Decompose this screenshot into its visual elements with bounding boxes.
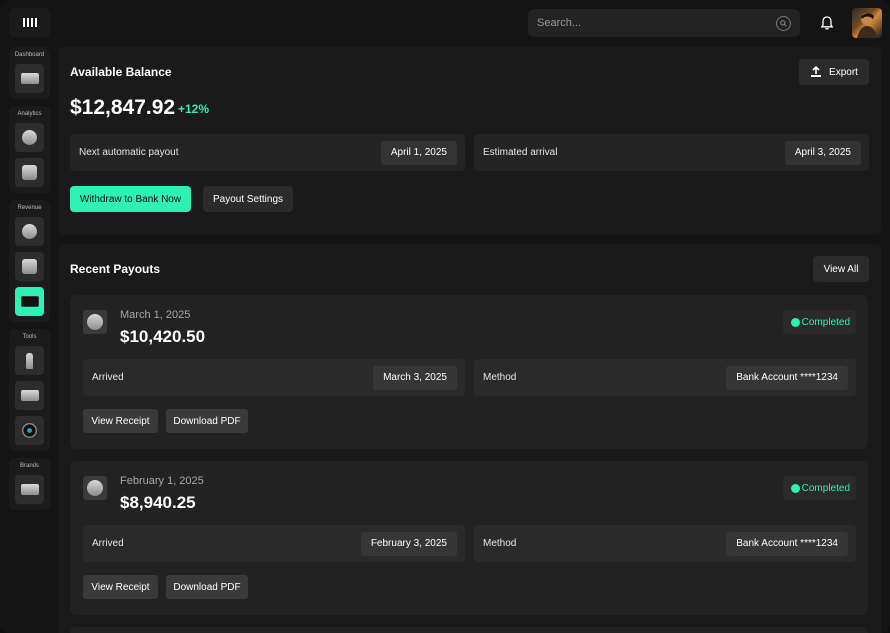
status-dot-icon — [790, 483, 800, 493]
export-label: Export — [829, 66, 858, 78]
payout-date: March 1, 2025 — [120, 309, 191, 321]
method-row: Method Bank Account ****1234 — [474, 359, 856, 396]
card-icon — [22, 165, 37, 180]
payout-item: February 1, 2025 $8,940.25 Completed Arr… — [70, 461, 868, 615]
arrived-label: Arrived — [92, 538, 124, 549]
arrival-row: Estimated arrival April 3, 2025 — [474, 134, 869, 171]
balance-title: Available Balance — [70, 65, 172, 79]
sidebar-group-label: Analytics — [17, 111, 42, 117]
download-pdf-button[interactable]: Download PDF — [166, 575, 248, 599]
sidebar-item-brands[interactable] — [15, 475, 44, 504]
sidebar-item-analytics-globe[interactable] — [15, 123, 44, 152]
method-value: Bank Account ****1234 — [726, 365, 848, 390]
keyboard-icon — [20, 73, 39, 84]
coin-icon — [22, 224, 37, 239]
export-button[interactable]: Export — [799, 59, 869, 85]
status-badge: Completed — [782, 310, 856, 334]
sidebar-group-label: Brands — [19, 463, 39, 469]
search-input[interactable] — [537, 17, 776, 29]
pin-icon — [26, 352, 33, 369]
coin-icon — [83, 476, 107, 500]
briefcase-icon — [20, 484, 39, 495]
download-pdf-button[interactable]: Download PDF — [166, 409, 248, 433]
view-receipt-button[interactable]: View Receipt — [83, 575, 158, 599]
next-payout-label: Next automatic payout — [79, 147, 179, 158]
arrived-date: February 3, 2025 — [360, 531, 457, 556]
method-label: Method — [483, 538, 517, 549]
sidebar-group-label: Dashboard — [14, 52, 45, 58]
logo-button[interactable] — [9, 8, 50, 37]
bars-logo-icon — [22, 18, 37, 27]
arrived-label: Arrived — [92, 372, 124, 383]
view-receipt-button[interactable]: View Receipt — [83, 409, 158, 433]
megaphone-icon — [22, 259, 37, 274]
search-icon[interactable] — [776, 15, 791, 31]
arrived-date: March 3, 2025 — [373, 365, 457, 390]
payout-settings-button[interactable]: Payout Settings — [203, 186, 293, 212]
withdraw-button[interactable]: Withdraw to Bank Now — [70, 186, 191, 212]
sidebar-group-label: Tools — [22, 334, 37, 340]
user-avatar[interactable] — [852, 8, 882, 38]
coin-icon — [83, 310, 107, 334]
payout-amount: $8,940.25 — [120, 493, 196, 512]
sidebar-item-dashboard[interactable] — [15, 64, 44, 93]
next-payout-date: April 1, 2025 — [380, 140, 457, 165]
arrived-row: Arrived March 3, 2025 — [83, 359, 465, 396]
method-label: Method — [483, 372, 517, 383]
sidebar-group-label: Revenue — [17, 205, 42, 211]
balance-amount: $12,847.92 — [70, 96, 176, 119]
recent-payouts-title: Recent Payouts — [70, 262, 161, 276]
lens-icon — [22, 423, 37, 438]
sidebar-group-dashboard: Dashboard — [9, 47, 50, 99]
method-row: Method Bank Account ****1234 — [474, 525, 856, 562]
sidebar-item-tools-pin[interactable] — [15, 346, 44, 375]
wallet-icon — [20, 296, 39, 307]
balance-change: +12% — [178, 102, 210, 116]
sidebar-group-revenue: Revenue — [9, 200, 50, 322]
sidebar-item-tools-mail[interactable] — [15, 381, 44, 410]
status-dot-icon — [790, 317, 800, 327]
status-label: Completed — [801, 316, 850, 328]
arrival-label: Estimated arrival — [483, 147, 558, 158]
next-payout-row: Next automatic payout April 1, 2025 — [70, 134, 465, 171]
arrived-row: Arrived February 3, 2025 — [83, 525, 465, 562]
sidebar-item-revenue-coin[interactable] — [15, 217, 44, 246]
view-all-button[interactable]: View All — [813, 256, 869, 282]
mail-icon — [20, 390, 39, 401]
app-frame: Dashboard Analytics Revenue Tools Brands… — [0, 0, 890, 633]
method-value: Bank Account ****1234 — [726, 531, 848, 556]
sidebar-group-analytics: Analytics — [9, 106, 50, 193]
arrival-date: April 3, 2025 — [784, 140, 861, 165]
bell-icon[interactable] — [819, 15, 835, 31]
sidebar-item-tools-lens[interactable] — [15, 416, 44, 445]
sidebar-item-analytics-card[interactable] — [15, 158, 44, 187]
payout-amount: $10,420.50 — [120, 327, 206, 346]
sidebar: Dashboard Analytics Revenue Tools Brands — [9, 47, 50, 517]
search-bar — [528, 9, 800, 37]
sidebar-group-brands: Brands — [9, 458, 50, 510]
sidebar-group-tools: Tools — [9, 329, 50, 451]
status-label: Completed — [801, 482, 850, 494]
globe-icon — [22, 130, 37, 145]
payout-item — [70, 627, 868, 633]
status-badge: Completed — [782, 476, 856, 500]
sidebar-item-revenue-wallet[interactable] — [15, 287, 44, 316]
payout-date: February 1, 2025 — [120, 475, 204, 487]
payout-item: March 1, 2025 $10,420.50 Completed Arriv… — [70, 295, 868, 449]
sidebar-item-revenue-megaphone[interactable] — [15, 252, 44, 281]
upload-icon — [811, 66, 822, 77]
